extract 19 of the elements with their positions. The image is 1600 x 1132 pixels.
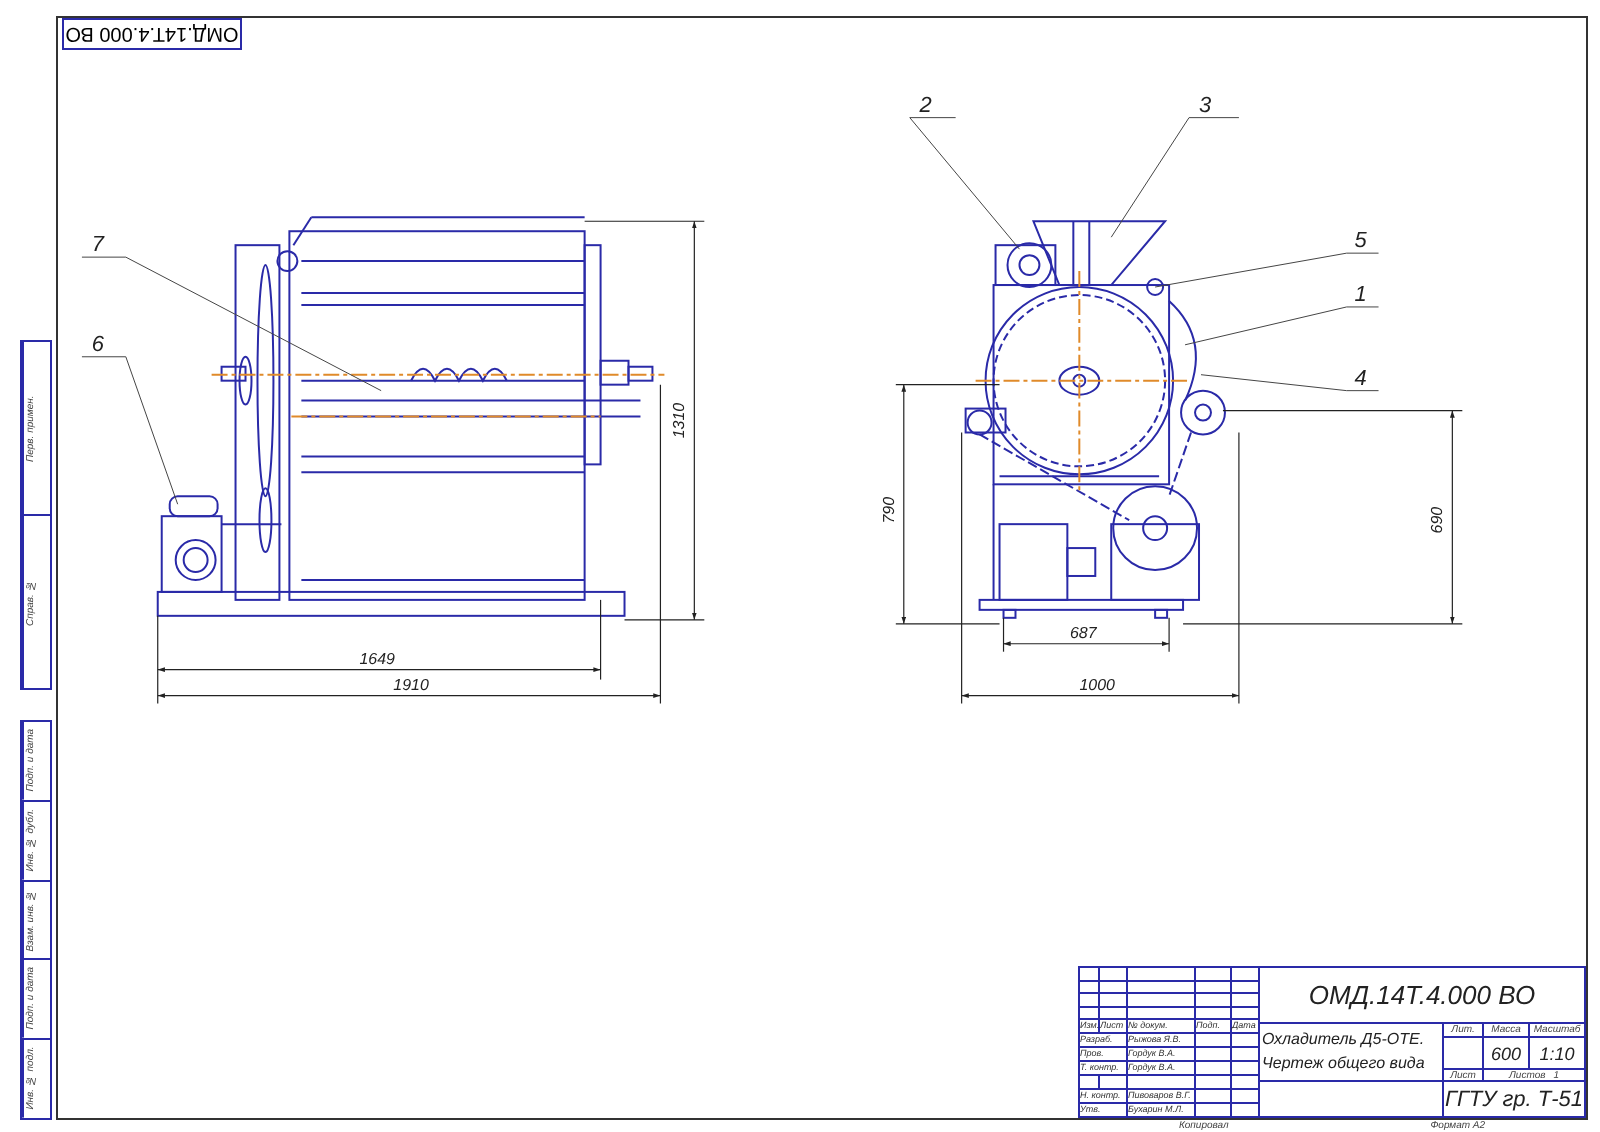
- callout-number: 1: [1354, 283, 1367, 307]
- callout-number: 7: [91, 233, 104, 258]
- callout-number: 2: [919, 93, 932, 118]
- dimension-value: 790: [879, 496, 898, 524]
- dimension-value: 690: [1428, 506, 1447, 534]
- callout-number: 5: [1354, 229, 1367, 254]
- document-designation: ОМД.14Т.4.000 ВО: [1260, 968, 1586, 1024]
- leader-line: [909, 117, 1020, 250]
- drawing-title: Охладитель Д5-ОТЕ.: [1262, 1028, 1425, 1052]
- callout-number: 3: [1198, 93, 1212, 118]
- document-code-stamp: ОМД.14Т.4.000 ВО: [62, 18, 242, 50]
- leader-line: [1110, 117, 1240, 238]
- callout-number: 6: [91, 332, 104, 357]
- drawing-title: Чертеж общего вида: [1262, 1052, 1425, 1076]
- mass-value: 600: [1484, 1038, 1530, 1070]
- organization-label: ГГТУ гр. Т-51: [1444, 1082, 1586, 1118]
- callout-number: 4: [1354, 366, 1367, 391]
- dimension-value: 1310: [670, 402, 689, 439]
- scale-value: 1:10: [1530, 1038, 1586, 1070]
